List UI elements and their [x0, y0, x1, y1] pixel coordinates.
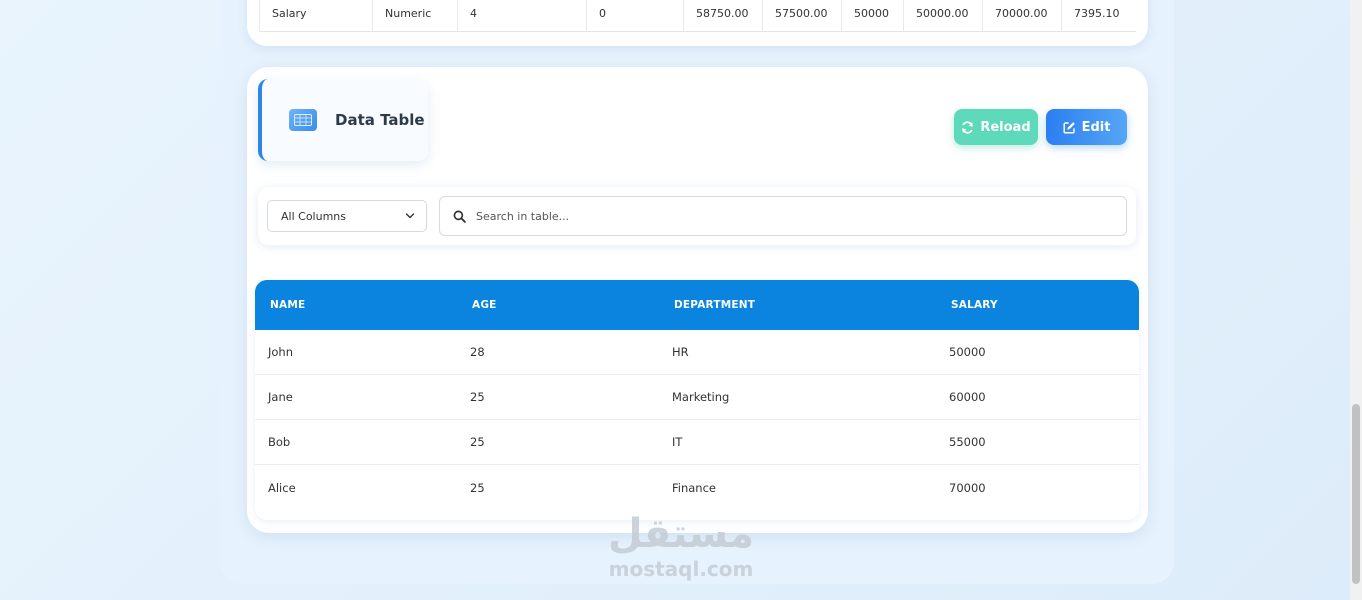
stat-max: 70000.00 — [983, 0, 1062, 32]
column-filter-select[interactable]: All Columns — [267, 200, 427, 232]
cell-age: 25 — [470, 480, 485, 495]
cell-salary: 55000 — [949, 435, 986, 449]
column-filter-value: All Columns — [281, 209, 346, 223]
edit-icon — [1063, 121, 1075, 134]
cell-name: John — [268, 345, 294, 359]
page-scrollbar[interactable] — [1350, 0, 1362, 600]
watermark-logo: مستقل mostaql.com — [600, 510, 762, 580]
stat-mode: 50000 — [842, 0, 904, 32]
table-row: John 28 HR 50000 — [255, 330, 1139, 375]
stat-missing: 0 — [587, 0, 684, 32]
cell-department: Finance — [672, 480, 716, 495]
cell-department: Marketing — [672, 390, 730, 404]
stat-type: Numeric — [373, 0, 458, 32]
cell-name: Alice — [268, 480, 296, 495]
data-table-header: Data Table — [258, 79, 428, 161]
table-row: Alice 25 Finance 70000 — [255, 465, 1139, 510]
cell-salary: 70000 — [949, 480, 986, 495]
data-table-title: Data Table — [335, 111, 425, 129]
data-table: NAME AGE DEPARTMENT SALARY John 28 HR 50… — [255, 280, 1139, 520]
stat-mean: 58750.00 — [684, 0, 763, 32]
cell-name: Bob — [268, 435, 291, 449]
chevron-down-icon — [405, 213, 415, 219]
cell-department: IT — [672, 435, 683, 449]
cell-age: 25 — [470, 435, 485, 449]
cell-salary: 50000 — [949, 345, 986, 359]
cell-age: 28 — [470, 345, 485, 359]
stat-min: 50000.00 — [904, 0, 983, 32]
search-icon — [453, 210, 466, 223]
refresh-icon — [962, 120, 974, 134]
column-header-name[interactable]: NAME — [255, 299, 457, 311]
watermark-domain: mostaql.com — [608, 557, 754, 581]
scrollbar-thumb[interactable] — [1352, 404, 1360, 584]
statistics-row: Salary Numeric 4 0 58750.00 57500.00 500… — [259, 0, 1136, 32]
edit-label: Edit — [1081, 119, 1111, 135]
column-header-age[interactable]: AGE — [457, 299, 659, 311]
edit-button[interactable]: Edit — [1046, 109, 1127, 145]
cell-age: 25 — [470, 390, 485, 404]
table-row: Jane 25 Marketing 60000 — [255, 375, 1139, 420]
stat-column-name: Salary — [259, 0, 373, 32]
reload-button[interactable]: Reload — [954, 109, 1038, 145]
column-header-salary[interactable]: SALARY — [936, 299, 1139, 311]
stat-count: 4 — [458, 0, 587, 32]
cell-name: Jane — [268, 390, 293, 404]
search-input[interactable] — [476, 209, 1076, 223]
table-icon — [289, 109, 317, 131]
table-row: Bob 25 IT 55000 — [255, 420, 1139, 465]
table-header-row: NAME AGE DEPARTMENT SALARY — [255, 280, 1139, 330]
table-search-field[interactable] — [439, 196, 1127, 236]
reload-label: Reload — [980, 119, 1031, 135]
cell-salary: 60000 — [949, 390, 986, 404]
stat-std-dev: 7395.10 — [1074, 6, 1120, 20]
cell-department: HR — [672, 345, 689, 359]
watermark-arabic: مستقل — [607, 511, 755, 557]
stat-median: 57500.00 — [763, 0, 842, 32]
column-header-department[interactable]: DEPARTMENT — [659, 299, 936, 311]
